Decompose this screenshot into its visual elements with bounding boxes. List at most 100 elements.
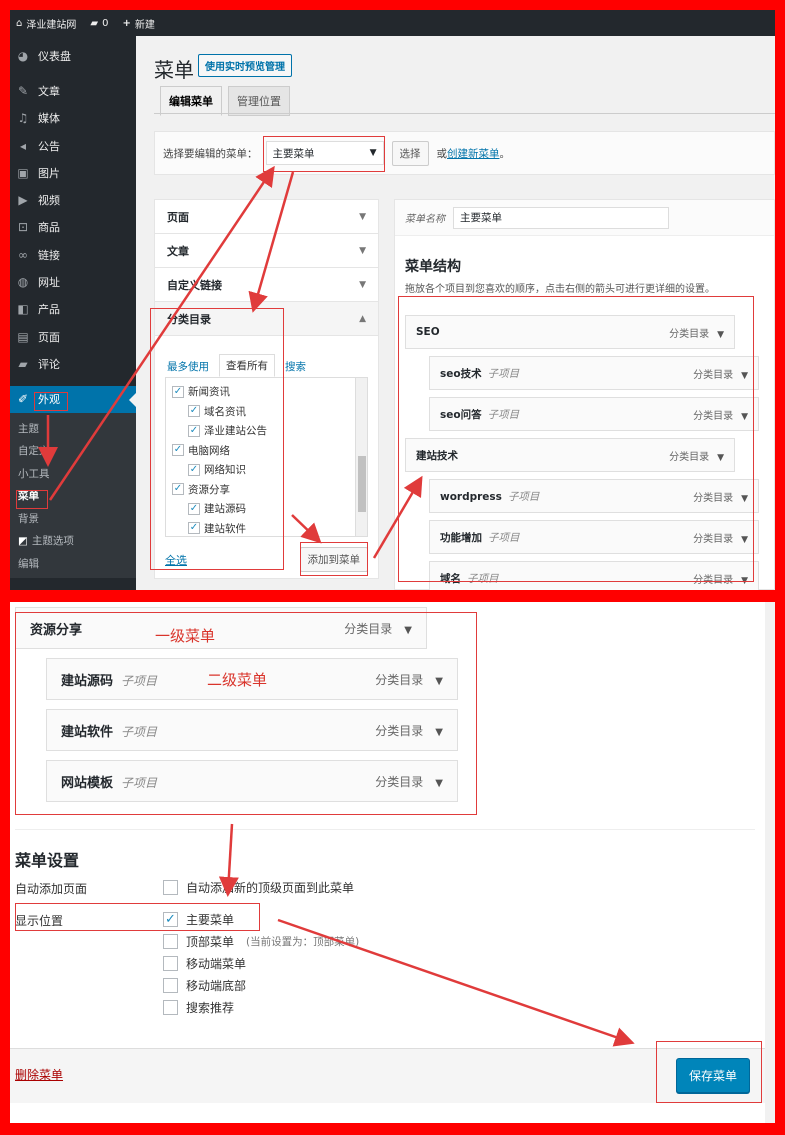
live-preview-button[interactable]: 使用实时预览管理 [198, 54, 292, 77]
checkbox[interactable]: ✓ [172, 444, 184, 457]
sidebar-item-video[interactable]: ▶ 视频 [10, 186, 136, 213]
submenu-theme-options[interactable]: ◩ 主题选项 [10, 529, 136, 552]
sidebar-item-comments[interactable]: ▰ 评论 [10, 350, 136, 377]
accordion-custom-links[interactable]: 自定义链接 ▼ [155, 268, 378, 302]
checkbox[interactable]: ✓ [188, 424, 200, 437]
chevron-down-icon[interactable]: ▼ [741, 371, 748, 381]
chevron-down-icon[interactable]: ▼ [741, 535, 748, 545]
sidebar-item-posts[interactable]: ✎ 文章 [10, 77, 136, 104]
accordion-categories[interactable]: 分类目录 ▲ [155, 302, 378, 336]
sidebar-item-products[interactable]: ◧ 产品 [10, 296, 136, 323]
menu-item-domain[interactable]: 域名 子项目 分类目录 ▼ [429, 561, 759, 590]
admin-bar-comments[interactable]: ▰ 0 [90, 18, 108, 29]
sidebar-item-pages[interactable]: ▤ 页面 [10, 323, 136, 350]
location-mobile-bottom[interactable]: 移动端底部 [163, 977, 246, 994]
checkbox-checked[interactable]: ✓ [163, 912, 178, 927]
checkbox[interactable]: ✓ [188, 463, 200, 476]
menu-name-input[interactable]: 主要菜单 [453, 206, 669, 229]
admin-sidebar: ◕ 仪表盘 ✎ 文章 ♫ 媒体 ◂ 公告 ▣ 图片 ▶ 视频 ⊡ 商品 ∞ 链接 ◍ 网址 ◧ 产品… [10, 36, 136, 590]
list-item[interactable]: ✓ 网络知识 [172, 460, 361, 480]
save-menu-button[interactable]: 保存菜单 [676, 1058, 751, 1093]
menu-item-software[interactable]: 建站软件 子项目 分类目录 ▼ [46, 709, 458, 751]
tab-edit-menus[interactable]: 编辑菜单 [160, 86, 222, 116]
submenu-customize[interactable]: 自定义 [10, 439, 136, 462]
sidebar-item-media[interactable]: ♫ 媒体 [10, 105, 136, 132]
sidebar-item-products-shop[interactable]: ⊡ 商品 [10, 214, 136, 241]
sidebar-item-appearance[interactable]: ✐ 外观 [10, 385, 136, 413]
menu-item-site-tech[interactable]: 建站技术 分类目录 ▼ [405, 438, 735, 472]
tab-search[interactable]: 搜索 [283, 356, 308, 377]
menu-item-wordpress[interactable]: wordpress 子项目 分类目录 ▼ [429, 479, 759, 513]
sidebar-item-links[interactable]: ∞ 链接 [10, 241, 136, 268]
submenu-widgets[interactable]: 小工具 [10, 462, 136, 485]
sidebar-item-urls[interactable]: ◍ 网址 [10, 268, 136, 295]
list-item[interactable]: ✓ 建站软件 [172, 519, 361, 537]
menu-item-templates[interactable]: 网站模板 子项目 分类目录 ▼ [46, 760, 458, 802]
checkbox[interactable] [163, 978, 178, 993]
list-item[interactable]: ✓ 域名资讯 [172, 402, 361, 422]
chevron-down-icon[interactable]: ▼ [741, 576, 748, 586]
select-all-link[interactable]: 全选 [165, 552, 187, 568]
menu-item-title: wordpress [440, 490, 502, 503]
menu-item-seo-qa[interactable]: seo问答 子项目 分类目录 ▼ [429, 397, 759, 431]
accordion-pages[interactable]: 页面 ▼ [155, 200, 378, 234]
create-new-menu-link[interactable]: 创建新菜单 [447, 148, 500, 160]
home-icon: ⌂ [16, 17, 23, 29]
sidebar-item-dashboard[interactable]: ◕ 仪表盘 [10, 42, 136, 69]
dashboard-icon: ◕ [17, 48, 29, 63]
checkbox[interactable] [163, 1000, 178, 1015]
location-primary[interactable]: ✓ 主要菜单 [163, 911, 234, 928]
checkbox[interactable]: ✓ [188, 502, 200, 515]
menu-item-resources[interactable]: 资源分享 分类目录 ▼ [15, 607, 427, 649]
select-button[interactable]: 选择 [391, 140, 429, 166]
chevron-down-icon[interactable]: ▼ [435, 727, 443, 738]
tab-most-used[interactable]: 最多使用 [165, 356, 211, 377]
submenu-themes[interactable]: 主题 [10, 417, 136, 440]
sidebar-item-notices[interactable]: ◂ 公告 [10, 132, 136, 159]
checkbox[interactable] [163, 934, 178, 949]
chevron-down-icon[interactable]: ▼ [741, 494, 748, 504]
list-item[interactable]: ✓ 建站源码 [172, 499, 361, 519]
comments-count: 0 [102, 17, 109, 29]
checkbox[interactable] [163, 956, 178, 971]
menu-item-seo-tech[interactable]: seo技术 子项目 分类目录 ▼ [429, 356, 759, 390]
category-label: 资源分享 [188, 483, 230, 496]
menu-item-features[interactable]: 功能增加 子项目 分类目录 ▼ [429, 520, 759, 554]
list-item[interactable]: ✓ 电脑网络 [172, 441, 361, 461]
tab-manage-locations[interactable]: 管理位置 [228, 86, 290, 116]
location-top[interactable]: 顶部菜单 (当前设置为：顶部菜单) [163, 933, 359, 950]
admin-bar-new[interactable]: + 新建 [122, 16, 154, 31]
chevron-down-icon[interactable]: ▼ [717, 453, 724, 463]
add-to-menu-button[interactable]: 添加到菜单 [299, 547, 368, 572]
checkbox[interactable]: ✓ [172, 483, 184, 496]
checkbox[interactable]: ✓ [188, 405, 200, 418]
list-item[interactable]: ✓ 资源分享 [172, 480, 361, 500]
checkbox[interactable] [163, 880, 178, 895]
accordion-posts[interactable]: 文章 ▼ [155, 234, 378, 268]
list-item[interactable]: ✓ 泽业建站公告 [172, 421, 361, 441]
auto-add-option[interactable]: 自动添加新的顶级页面到此菜单 [163, 879, 354, 896]
submenu-background[interactable]: 背景 [10, 507, 136, 530]
menu-select[interactable]: 主要菜单 ▼ [265, 141, 384, 165]
location-mobile[interactable]: 移动端菜单 [163, 955, 246, 972]
menu-item-title: 功能增加 [440, 531, 482, 544]
submenu-menus[interactable]: 菜单 [10, 484, 136, 507]
tab-view-all[interactable]: 查看所有 [219, 354, 275, 377]
chevron-down-icon[interactable]: ▼ [404, 625, 412, 636]
checkbox[interactable]: ✓ [172, 385, 184, 398]
list-item[interactable]: ✓ 新闻资讯 [172, 382, 361, 402]
checkbox[interactable]: ✓ [188, 522, 200, 535]
submenu-label: 自定义 [18, 445, 50, 458]
chevron-down-icon[interactable]: ▼ [435, 778, 443, 789]
chevron-down-icon[interactable]: ▼ [741, 412, 748, 422]
delete-menu-link[interactable]: 删除菜单 [15, 1066, 63, 1083]
chevron-down-icon[interactable]: ▼ [435, 676, 443, 687]
chevron-down-icon[interactable]: ▼ [717, 330, 724, 340]
menu-item-seo[interactable]: SEO 分类目录 ▼ [405, 315, 735, 349]
location-search[interactable]: 搜索推荐 [163, 999, 234, 1016]
submenu-editor[interactable]: 编辑 [10, 552, 136, 575]
scrollbar[interactable] [355, 378, 367, 536]
scroll-thumb[interactable] [358, 456, 366, 512]
sidebar-item-images[interactable]: ▣ 图片 [10, 159, 136, 186]
admin-bar-site[interactable]: ⌂ 泽业建站网 [16, 16, 76, 31]
